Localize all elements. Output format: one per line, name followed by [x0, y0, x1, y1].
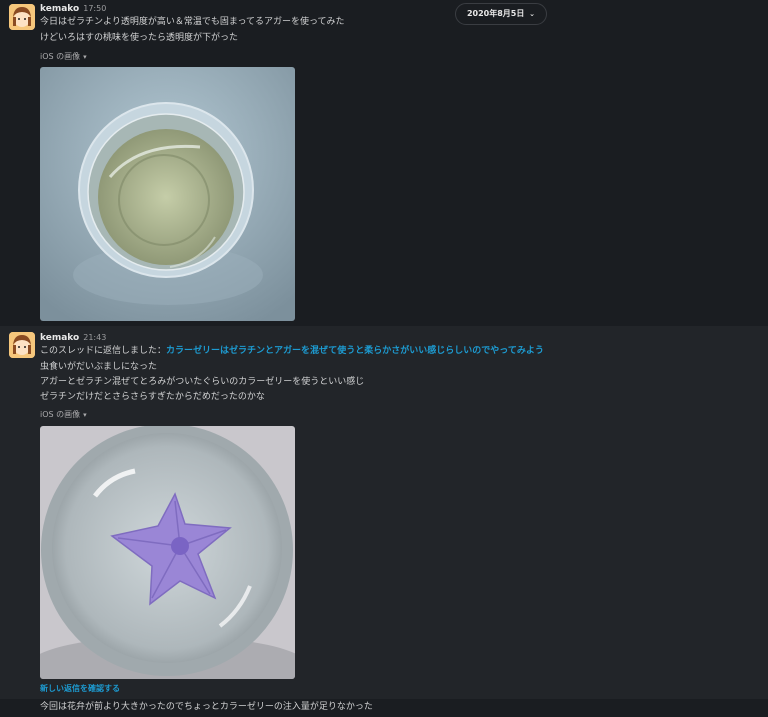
message-text-line: ゼラチンだけだとさらさらすぎたからだめだったのかな: [40, 392, 265, 402]
thread-reply-prefix: このスレッドに返信しました：: [40, 346, 167, 356]
attachment-label: iOS の画像: [40, 410, 81, 419]
avatar[interactable]: [9, 4, 35, 30]
message-text-line: けどいろはすの桃味を使ったら透明度が下がった: [40, 33, 239, 43]
avatar[interactable]: [9, 332, 35, 358]
message-3: 今回は花弁が前より大きかったのでちょっとカラーゼリーの注入量が足りなかった: [0, 699, 768, 717]
message-header: kemako 17:50: [40, 3, 106, 15]
image-attachment-glass-of-agar[interactable]: [40, 67, 295, 321]
message-text-line: 虫食いがだいぶましになった: [40, 362, 158, 372]
author-name[interactable]: kemako: [40, 4, 79, 14]
chevron-down-icon: ⌄: [529, 10, 536, 18]
message-2: kemako 21:43 このスレッドに返信しました：カラーゼリーはゼラチンとアガ…: [0, 326, 768, 699]
message-text-line: 今日はゼラチンより透明度が高い＆常温でも固まってるアガーを使ってみた: [40, 17, 345, 27]
image-attachment-flower-jelly[interactable]: [40, 426, 295, 679]
attachment-label: iOS の画像: [40, 52, 81, 61]
caret-down-icon: ▾: [83, 53, 87, 61]
date-divider-button[interactable]: 2020年8月5日 ⌄: [455, 3, 547, 25]
thread-parent-link[interactable]: カラーゼリーはゼラチンとアガーを混ぜて使うと柔らかさがいい感じらしいのでやってみ…: [166, 346, 544, 356]
author-name[interactable]: kemako: [40, 333, 79, 343]
message-text-line: アガーとゼラチン混ぜてとろみがついたぐらいのカラーゼリーを使うといい感じ: [40, 377, 365, 387]
view-new-replies-link[interactable]: 新しい返信を確認する: [40, 683, 120, 694]
timestamp[interactable]: 21:43: [83, 333, 106, 342]
timestamp[interactable]: 17:50: [83, 4, 106, 13]
date-label: 2020年8月5日: [466, 9, 525, 18]
message-header: kemako 21:43: [40, 332, 106, 344]
attachment-toggle[interactable]: iOS の画像 ▾: [40, 51, 87, 62]
caret-down-icon: ▾: [83, 411, 87, 419]
thread-reply-line: このスレッドに返信しました：カラーゼリーはゼラチンとアガーを混ぜて使うと柔らかさ…: [40, 345, 544, 358]
message-1: kemako 17:50 今日はゼラチンより透明度が高い＆常温でも固まってるアガー…: [0, 0, 768, 326]
message-text-line: 今回は花弁が前より大きかったのでちょっとカラーゼリーの注入量が足りなかった: [40, 702, 373, 712]
attachment-toggle[interactable]: iOS の画像 ▾: [40, 409, 87, 420]
